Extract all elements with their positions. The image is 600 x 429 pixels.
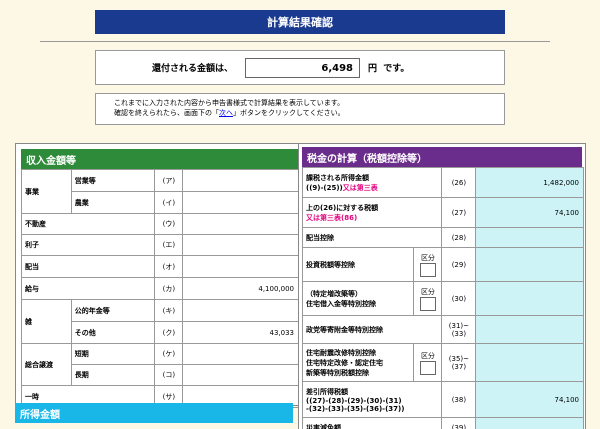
- value-ko: [182, 364, 299, 386]
- kubun-29: 区分: [413, 247, 443, 282]
- kubun-35-input[interactable]: [419, 360, 436, 375]
- value-e: [182, 234, 299, 256]
- value-o: [182, 255, 299, 278]
- next-link[interactable]: 次へ: [219, 109, 233, 117]
- code-28: (28): [441, 227, 477, 248]
- row-38-label: 差引所得税額 ((27)-(28)-(29)-(30)-(31) -(32)-(…: [301, 381, 443, 418]
- row-31-label: 政党等寄附金等特別控除: [301, 315, 443, 344]
- code-ku: (ク): [154, 321, 184, 344]
- row-label-tanki: 短期: [70, 343, 156, 365]
- refund-label: 還付される金額は、: [152, 64, 234, 74]
- row-label-kyuyo: 給与: [20, 277, 156, 300]
- code-38: (38): [441, 381, 477, 418]
- refund-amount: 6,498: [245, 58, 360, 78]
- income-amount-header: 収入金額等: [21, 149, 301, 169]
- code-27: (27): [441, 197, 477, 228]
- value-28: [475, 227, 584, 248]
- value-39: [475, 417, 584, 429]
- row-label-rishi: 利子: [20, 234, 156, 256]
- page-title: 計算結果確認: [95, 10, 505, 34]
- code-39: (39): [441, 417, 477, 429]
- divider: [40, 41, 550, 42]
- row-label-jigyo: 事業: [21, 169, 72, 214]
- code-o: (オ): [154, 255, 184, 278]
- value-i: [182, 191, 299, 214]
- code-a: (ア): [154, 169, 184, 192]
- row-label-choki: 長期: [70, 364, 156, 386]
- row-label-sogo: 総合譲渡: [21, 343, 72, 386]
- row-39-label: 災害減免額: [301, 417, 443, 429]
- code-29: (29): [441, 247, 477, 282]
- kubun-30: 区分: [413, 281, 443, 316]
- tax-calc-panel: 税金の計算（税額控除等） 課税される所得金額 ((9)-(25))又は第三表 (…: [298, 143, 586, 429]
- code-ka: (カ): [154, 277, 184, 300]
- income-amount-panel: 収入金額等 事業 営業等 (ア) 農業 (イ) 不動産 (ウ) 利子 (エ) 配…: [15, 143, 307, 408]
- row-30-label: （特定増改築等） 住宅借入金等特別控除: [301, 281, 415, 316]
- row-label-sonota: その他: [70, 321, 156, 344]
- row-label-eigyo: 営業等: [70, 169, 156, 192]
- row-35-label: 住宅耐震改修特別控除 住宅特定改修・認定住宅 新築等特別税額控除: [301, 343, 415, 382]
- code-i: (イ): [154, 191, 184, 214]
- code-35-37: (35)~ (37): [441, 343, 477, 382]
- value-29: [475, 247, 584, 282]
- value-27: 74,100: [475, 197, 584, 228]
- code-30: (30): [441, 281, 477, 316]
- value-ka: 4,100,000: [182, 277, 299, 300]
- row-label-nenkin: 公的年金等: [70, 299, 156, 322]
- row-label-zatsu: 雑: [21, 299, 72, 344]
- value-a: [182, 169, 299, 192]
- kubun-29-input[interactable]: [419, 262, 436, 277]
- value-38: 74,100: [475, 381, 584, 418]
- kubun-30-input[interactable]: [419, 296, 436, 311]
- code-u: (ウ): [154, 213, 184, 235]
- income-section-header: 所得金額: [15, 403, 293, 423]
- code-ke: (ケ): [154, 343, 184, 365]
- row-label-fudosan: 不動産: [20, 213, 156, 235]
- code-ko: (コ): [154, 364, 184, 386]
- refund-summary: 還付される金額は、 6,498 円 です。: [95, 50, 505, 85]
- info-message: これまでに入力された内容から申告書様式で計算結果を表示しています。 確認を終えら…: [95, 93, 505, 125]
- row-29-label: 投資税額等控除: [301, 247, 415, 282]
- code-31-33: (31)~ (33): [441, 315, 477, 344]
- row-27-label: 上の(26)に対する税額 又は第三表(86): [301, 197, 443, 228]
- value-30: [475, 281, 584, 316]
- value-35-37: [475, 343, 584, 382]
- income-amount-table: 事業 営業等 (ア) 農業 (イ) 不動産 (ウ) 利子 (エ) 配当 (オ) …: [20, 169, 299, 408]
- value-26: 1,482,000: [475, 167, 584, 198]
- refund-unit: 円 です。: [368, 64, 410, 74]
- code-26: (26): [441, 167, 477, 198]
- tax-calc-header: 税金の計算（税額控除等）: [302, 147, 582, 167]
- row-label-nogyo: 農業: [70, 191, 156, 214]
- tax-calc-table: 課税される所得金額 ((9)-(25))又は第三表 (26) 1,482,000…: [301, 167, 584, 429]
- value-ku: 43,033: [182, 321, 299, 344]
- value-ki: [182, 299, 299, 322]
- value-ke: [182, 343, 299, 365]
- kubun-35: 区分: [413, 343, 443, 382]
- code-e: (エ): [154, 234, 184, 256]
- row-26-label: 課税される所得金額 ((9)-(25))又は第三表: [301, 167, 443, 198]
- row-28-label: 配当控除: [301, 227, 443, 248]
- value-31-33: [475, 315, 584, 344]
- info-line-2: 確認を終えられたら、画面下の「次へ」ボタンをクリックしてください。: [114, 109, 345, 117]
- code-ki: (キ): [154, 299, 184, 322]
- info-line-1: これまでに入力された内容から申告書様式で計算結果を表示しています。: [114, 99, 345, 107]
- row-label-haito: 配当: [20, 255, 156, 278]
- value-u: [182, 213, 299, 235]
